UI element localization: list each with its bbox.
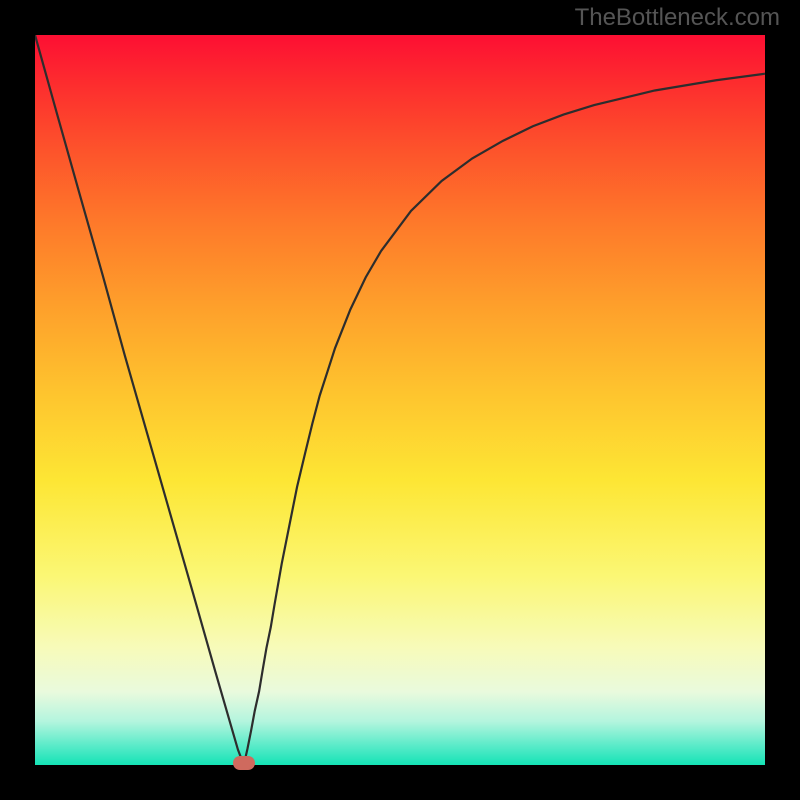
curve-layer [35,35,765,765]
chart-frame: TheBottleneck.com [0,0,800,800]
bottleneck-curve [35,35,765,765]
watermark-text: TheBottleneck.com [575,4,780,32]
bottleneck-marker [233,756,255,770]
